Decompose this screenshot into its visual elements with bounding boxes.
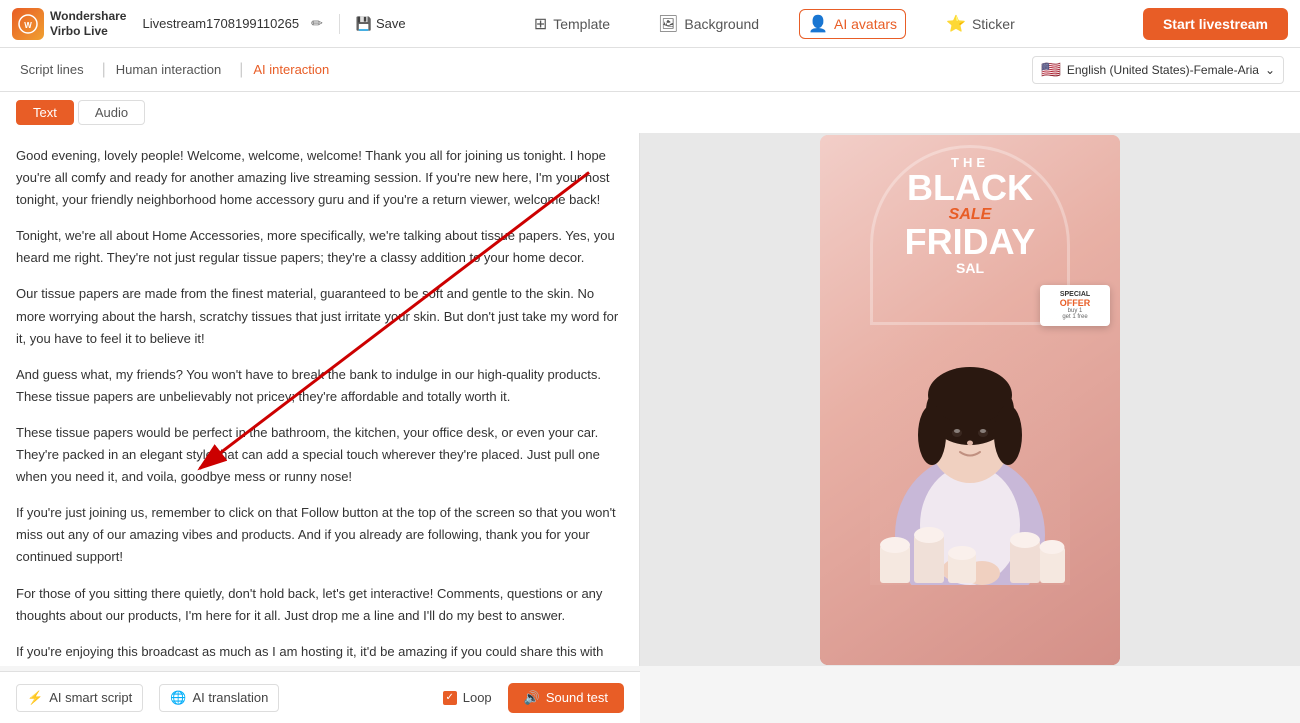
script-paragraph-6: If you're just joining us, remember to c… (16, 502, 623, 568)
preview-panel: THE BLACK SALE FRIDAY SAL SPECIAL OFFER … (640, 133, 1300, 666)
nav-sticker[interactable]: ⭐ Sticker (938, 10, 1023, 38)
template-icon: ⊞ (534, 14, 547, 34)
sticker-icon: ⭐ (946, 14, 966, 34)
save-button[interactable]: 💾 Save (356, 16, 406, 32)
divider (339, 14, 340, 34)
ai-translate-icon: 🌐 (170, 690, 186, 706)
script-paragraph-7: For those of you sitting there quietly, … (16, 583, 623, 627)
divider: | (239, 61, 243, 79)
script-paragraph-8: If you're enjoying this broadcast as muc… (16, 641, 623, 666)
poster-black: BLACK (820, 170, 1120, 206)
script-paragraph-1: Good evening, lovely people! Welcome, we… (16, 145, 623, 211)
special-offer-line1: SPECIAL (1046, 291, 1104, 298)
app-name: Wondershare Virbo Live (50, 9, 126, 38)
stream-name: Livestream1708199110265 (142, 16, 299, 31)
preview-poster: THE BLACK SALE FRIDAY SAL SPECIAL OFFER … (820, 135, 1120, 665)
nav-background[interactable]: 🖼 Background (650, 10, 767, 38)
poster-sal: SAL (820, 260, 1120, 276)
sound-test-button[interactable]: 🔊 Sound test (508, 683, 624, 713)
loop-toggle[interactable]: ✓ Loop (443, 690, 492, 705)
top-nav: ⊞ Template 🖼 Background 👤 AI avatars ⭐ S… (414, 9, 1135, 39)
nav-ai-avatars[interactable]: 👤 AI avatars (799, 9, 906, 39)
script-panel: Good evening, lovely people! Welcome, we… (0, 133, 640, 666)
sub-nav-ai-interaction[interactable]: AI interaction (249, 62, 333, 77)
script-paragraph-2: Tonight, we're all about Home Accessorie… (16, 225, 623, 269)
divider: | (102, 61, 106, 79)
save-icon: 💾 (356, 16, 372, 32)
ai-avatar-icon: 👤 (808, 14, 828, 34)
avatar-svg (870, 315, 1070, 585)
sound-icon: 🔊 (524, 690, 540, 706)
dropdown-arrow-icon: ⌄ (1265, 63, 1275, 77)
ai-script-icon: ⚡ (27, 690, 43, 706)
poster-background: THE BLACK SALE FRIDAY SAL SPECIAL OFFER … (820, 135, 1120, 665)
svg-text:W: W (24, 21, 32, 30)
ai-translation-button[interactable]: 🌐 AI translation (159, 684, 279, 712)
tab-text[interactable]: Text (16, 100, 74, 125)
tab-audio[interactable]: Audio (78, 100, 145, 125)
background-icon: 🖼 (658, 14, 678, 34)
edit-icon[interactable]: ✏ (311, 15, 323, 32)
bottom-toolbar: ⚡ AI smart script 🌐 AI translation ✓ Loo… (0, 671, 640, 723)
sub-nav-human-interaction[interactable]: Human interaction (112, 62, 226, 77)
app-logo-icon: W (12, 8, 44, 40)
language-selector[interactable]: 🇺🇸 English (United States)-Female-Aria ⌄ (1032, 56, 1284, 84)
flag-icon: 🇺🇸 (1041, 60, 1061, 80)
lang-label: English (United States)-Female-Aria (1067, 63, 1259, 77)
sub-header: Script lines | Human interaction | AI in… (0, 48, 1300, 92)
sub-nav-script-lines[interactable]: Script lines (16, 62, 88, 77)
header: W Wondershare Virbo Live Livestream17081… (0, 0, 1300, 48)
script-paragraph-5: These tissue papers would be perfect in … (16, 422, 623, 488)
poster-title: THE BLACK SALE FRIDAY SAL (820, 155, 1120, 276)
ai-smart-script-button[interactable]: ⚡ AI smart script (16, 684, 143, 712)
nav-template[interactable]: ⊞ Template (526, 10, 618, 38)
script-paragraph-3: Our tissue papers are made from the fine… (16, 283, 623, 349)
avatar-area (870, 305, 1070, 585)
logo-area: W Wondershare Virbo Live (12, 8, 126, 40)
main-content: Good evening, lovely people! Welcome, we… (0, 133, 1300, 666)
start-livestream-button[interactable]: Start livestream (1143, 8, 1288, 40)
poster-friday: FRIDAY (820, 224, 1120, 260)
loop-checkbox-icon: ✓ (443, 691, 457, 705)
loop-label: Loop (463, 690, 492, 705)
script-paragraph-4: And guess what, my friends? You won't ha… (16, 364, 623, 408)
tab-bar: Text Audio (0, 92, 1300, 133)
script-text[interactable]: Good evening, lovely people! Welcome, we… (16, 145, 623, 666)
